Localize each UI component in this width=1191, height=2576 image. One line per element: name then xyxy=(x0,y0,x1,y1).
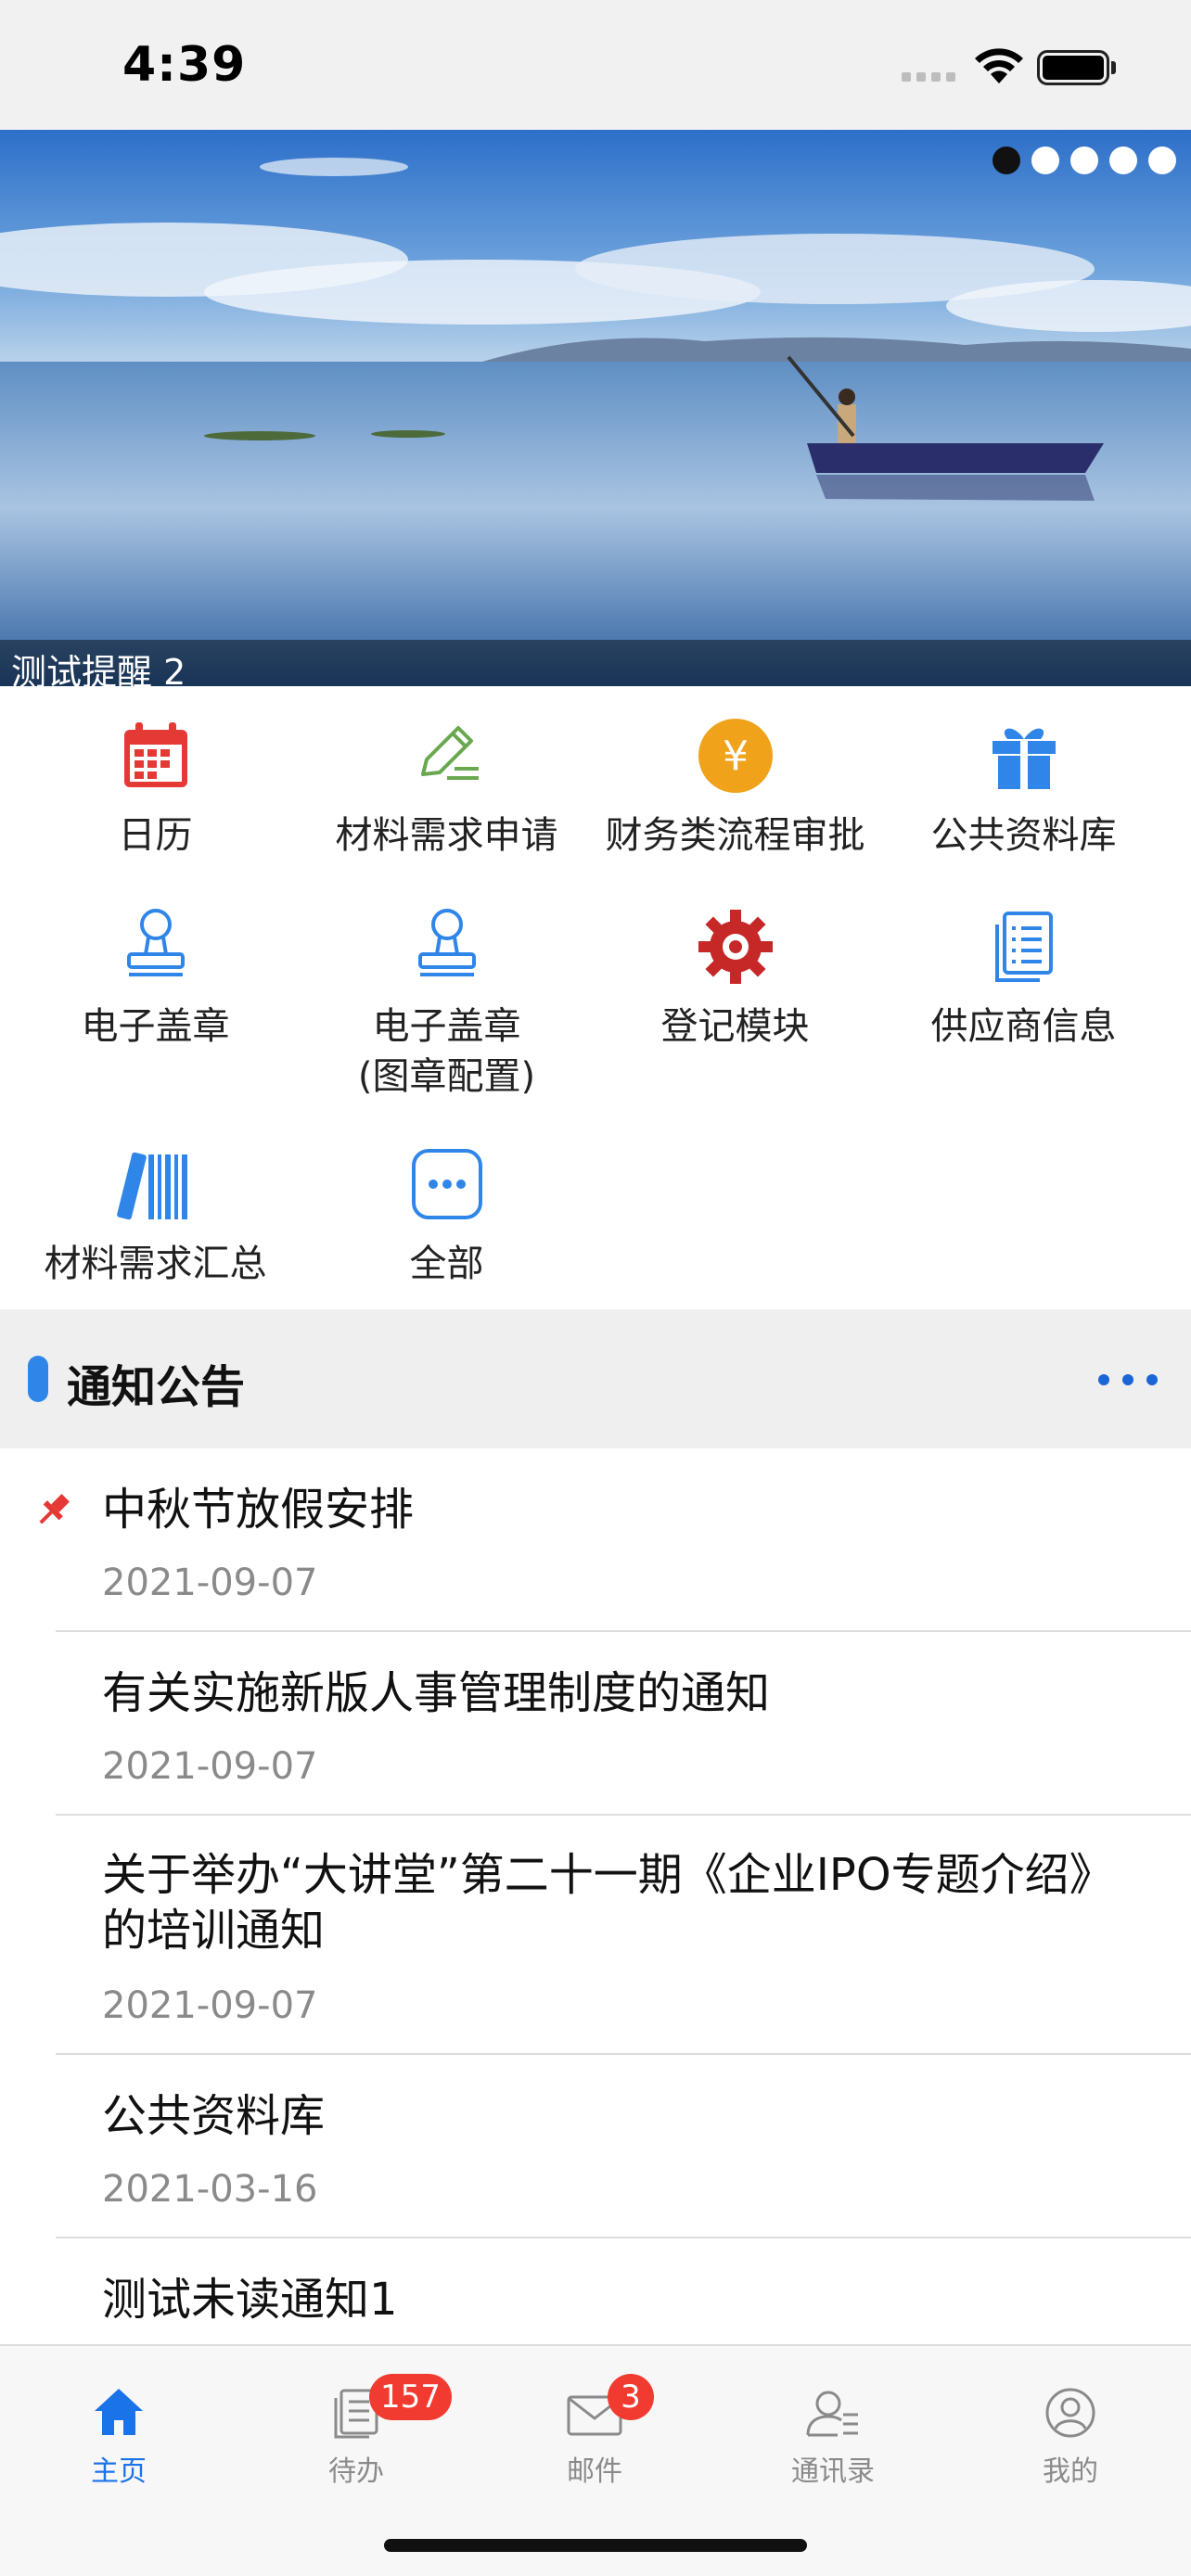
tab-mail[interactable]: 邮件 3 xyxy=(476,2365,713,2489)
app-material-request[interactable]: 材料需求申请 xyxy=(298,714,596,861)
list-item[interactable]: 关于举办“大讲堂”第二十一期《企业IPO专题介绍》的培训通知 2021-09-0… xyxy=(0,1816,1191,2055)
carousel-dot[interactable] xyxy=(992,147,1020,174)
stamp-icon xyxy=(405,905,489,988)
notice-title: 中秋节放假安排 xyxy=(102,1484,415,1536)
app-label: 材料需求申请 xyxy=(335,814,558,857)
carousel-dot[interactable] xyxy=(1070,147,1098,174)
banner-caption-bar: 测试提醒 2 xyxy=(0,640,1191,686)
section-title: 通知公告 xyxy=(67,1361,246,1413)
tab-label: 我的 xyxy=(1043,2455,1098,2488)
mail-badge: 3 xyxy=(608,2374,654,2420)
banner-carousel[interactable]: 测试提醒 2 xyxy=(0,130,1191,686)
notice-date: 2021-03-16 xyxy=(102,2168,318,2211)
app-label: 公共资料库 xyxy=(930,814,1117,857)
section-accent-bar xyxy=(28,1356,48,1402)
app-label: 电子盖章 xyxy=(81,1005,230,1048)
notice-title: 测试未读通知1 xyxy=(102,2274,398,2326)
app-e-seal[interactable]: 电子盖章 xyxy=(6,905,304,1052)
tab-label: 邮件 xyxy=(567,2455,622,2488)
tab-profile[interactable]: 我的 xyxy=(952,2365,1189,2489)
app-label: 财务类流程审批 xyxy=(605,814,865,857)
notice-title: 关于举办“大讲堂”第二十一期《企业IPO专题介绍》的培训通知 xyxy=(102,1849,1092,1957)
profile-icon xyxy=(952,2365,1189,2439)
books-icon xyxy=(114,1142,198,1226)
list-item[interactable]: 公共资料库 2021-03-16 xyxy=(0,2055,1191,2238)
app-label: 供应商信息 xyxy=(930,1005,1117,1048)
app-label: 日历 xyxy=(118,814,193,857)
status-time: 4:39 xyxy=(122,37,247,93)
tab-contacts[interactable]: 通讯录 xyxy=(714,2365,952,2489)
mail-icon xyxy=(476,2365,713,2439)
app-label: 全部 xyxy=(409,1243,484,1285)
list-item[interactable]: 测试未读通知1 xyxy=(0,2238,1191,2344)
more-icon xyxy=(405,1142,489,1226)
contacts-icon xyxy=(714,2365,952,2439)
app-registration[interactable]: 登记模块 xyxy=(586,905,884,1052)
list-item[interactable]: 中秋节放假安排 2021-09-07 xyxy=(0,1448,1191,1632)
gear-icon xyxy=(694,905,777,988)
carousel-dot[interactable] xyxy=(1031,147,1059,174)
tab-label: 主页 xyxy=(91,2455,147,2488)
yen-icon: ¥ xyxy=(694,714,777,797)
banner-image xyxy=(0,130,1191,686)
carousel-dot[interactable] xyxy=(1148,147,1176,174)
tab-todo[interactable]: 待办 157 xyxy=(237,2365,475,2489)
more-icon[interactable] xyxy=(1098,1374,1158,1385)
cellular-signal-icon xyxy=(902,72,955,82)
gift-icon xyxy=(982,714,1066,797)
pin-icon xyxy=(39,1494,70,1524)
app-label: 电子盖章 (图章配置) xyxy=(357,1005,536,1098)
tab-label: 通讯录 xyxy=(791,2455,875,2488)
app-grid: 日历 材料需求申请 ¥ 财务类流程审批 公共资料库 电子盖章 电子盖章 (图章配… xyxy=(0,686,1191,1309)
notice-title: 公共资料库 xyxy=(102,2090,326,2142)
calendar-icon xyxy=(114,714,198,797)
notice-date: 2021-09-07 xyxy=(102,1984,318,2027)
notice-date: 2021-09-07 xyxy=(102,1745,318,1788)
status-bar: 4:39 xyxy=(0,0,1191,130)
notice-list: 中秋节放假安排 2021-09-07 有关实施新版人事管理制度的通知 2021-… xyxy=(0,1448,1191,2344)
app-finance-approval[interactable]: ¥ 财务类流程审批 xyxy=(586,714,884,861)
notice-date: 2021-09-07 xyxy=(102,1562,318,1604)
app-label: 材料需求汇总 xyxy=(44,1243,267,1285)
svg-text:¥: ¥ xyxy=(723,733,749,780)
banner-caption: 测试提醒 2 xyxy=(11,652,186,686)
app-material-summary[interactable]: 材料需求汇总 xyxy=(6,1142,304,1289)
carousel-dot[interactable] xyxy=(1109,147,1137,174)
tab-label: 待办 xyxy=(328,2455,384,2488)
app-e-seal-config[interactable]: 电子盖章 (图章配置) xyxy=(298,905,596,1102)
notice-section-header: 通知公告 xyxy=(0,1309,1191,1448)
home-icon xyxy=(0,2365,237,2439)
list-item[interactable]: 有关实施新版人事管理制度的通知 2021-09-07 xyxy=(0,1632,1191,1816)
notice-title: 有关实施新版人事管理制度的通知 xyxy=(102,1667,771,1719)
app-supplier-info[interactable]: 供应商信息 xyxy=(875,905,1172,1052)
todo-badge: 157 xyxy=(369,2374,452,2420)
tab-home[interactable]: 主页 xyxy=(0,2365,237,2489)
battery-icon xyxy=(1037,50,1109,85)
wifi-icon xyxy=(975,48,1023,83)
app-label: 登记模块 xyxy=(660,1005,810,1048)
app-public-library[interactable]: 公共资料库 xyxy=(875,714,1172,861)
app-calendar[interactable]: 日历 xyxy=(6,714,304,861)
home-indicator xyxy=(384,2539,807,2552)
app-all[interactable]: 全部 xyxy=(298,1142,596,1289)
pencil-icon xyxy=(405,714,489,797)
document-icon xyxy=(982,905,1066,988)
stamp-icon xyxy=(114,905,198,988)
carousel-indicator xyxy=(992,147,1176,174)
